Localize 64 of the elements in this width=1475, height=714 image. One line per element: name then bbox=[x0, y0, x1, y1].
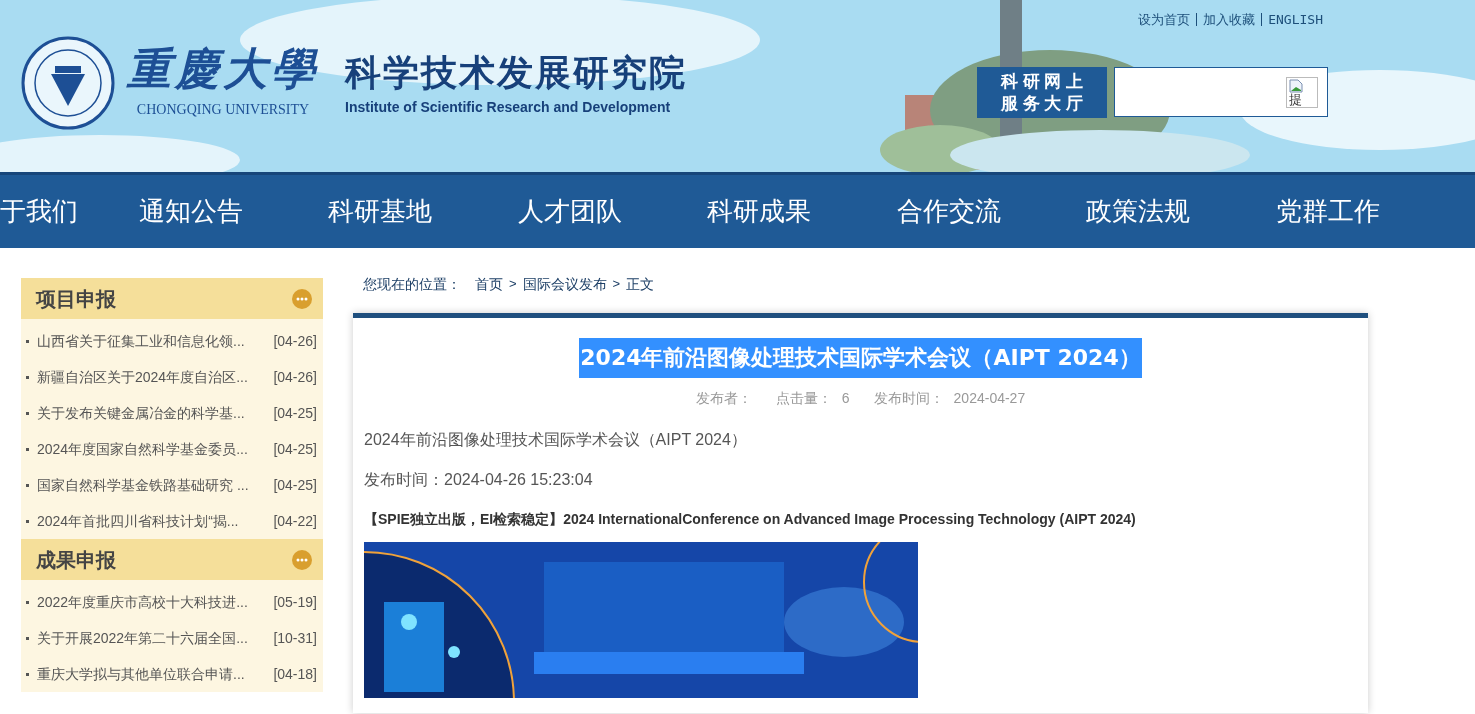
news-link[interactable]: 2024年度国家自然科学基金委员... bbox=[37, 438, 274, 460]
section-title: 项目申报 bbox=[36, 286, 116, 312]
news-date: [04-26] bbox=[273, 367, 317, 387]
article-meta: 发布者： bbox=[695, 389, 752, 408]
news-link[interactable]: 新疆自治区关于2024年度自治区... bbox=[37, 366, 274, 388]
more-icon[interactable] bbox=[292, 288, 312, 309]
bullet-icon bbox=[26, 636, 29, 640]
bullet-icon bbox=[26, 411, 29, 415]
university-english-name: CHONGQING UNIVERSITY bbox=[136, 100, 310, 119]
chevron-icon: > bbox=[509, 274, 517, 294]
breadcrumb-link[interactable]: 首页 bbox=[475, 273, 503, 295]
article-heading: 【SPIE独立出版，EI检索稳定】2024 InternationalConference on Advanced Image Processing Technology (AIPT 2024) bbox=[364, 510, 1137, 529]
news-date: [04-25] bbox=[273, 439, 317, 459]
top-link[interactable]: ENGLISH bbox=[1268, 10, 1323, 30]
nav-item[interactable]: 政策法规 bbox=[1043, 192, 1233, 231]
article-meta: 点击量： 6 bbox=[775, 389, 850, 408]
article-paragraph: 发布时间：2024-04-26 15:23:04 bbox=[364, 470, 594, 490]
news-link[interactable]: 2022年度重庆市高校十大科技进... bbox=[37, 591, 274, 613]
article-meta: 发布时间： 2024-04-27 bbox=[873, 389, 1026, 408]
top-link[interactable]: 设为首页 bbox=[1138, 10, 1191, 30]
institute-english-name: Institute of Scientific Research and Development bbox=[345, 97, 672, 117]
news-date: [04-25] bbox=[273, 475, 317, 495]
bullet-icon bbox=[26, 519, 29, 523]
news-date: [04-26] bbox=[273, 331, 317, 351]
news-date: [10-31] bbox=[273, 628, 317, 648]
breadcrumb-label: 您现在的位置： bbox=[363, 274, 461, 294]
bullet-icon bbox=[26, 600, 29, 604]
news-date: [04-18] bbox=[273, 664, 317, 684]
news-link[interactable]: 山西省关于征集工业和信息化领... bbox=[37, 330, 274, 352]
top-link[interactable]: 加入收藏 bbox=[1203, 10, 1256, 30]
news-date: [04-22] bbox=[273, 511, 317, 531]
bullet-icon bbox=[26, 339, 29, 343]
article-title: 2024年前沿图像处理技术国际学术会议（AIPT 2024） bbox=[579, 338, 1142, 378]
university-seal-icon bbox=[21, 36, 115, 130]
nav-item[interactable]: 人才团队 bbox=[475, 192, 665, 231]
nav-item[interactable]: 通知公告 bbox=[96, 192, 286, 231]
news-date: [04-25] bbox=[273, 403, 317, 423]
section-title: 成果申报 bbox=[36, 547, 116, 573]
nav-item[interactable]: 于我们 bbox=[0, 192, 96, 231]
news-date: [05-19] bbox=[273, 592, 317, 612]
breadcrumb-link[interactable]: 正文 bbox=[626, 273, 655, 295]
article-paragraph: 2024年前沿图像处理技术国际学术会议（AIPT 2024） bbox=[364, 430, 748, 450]
news-link[interactable]: 关于开展2022年第二十六届全国... bbox=[37, 627, 274, 649]
news-link[interactable]: 2024年首批四川省科技计划“揭... bbox=[37, 510, 274, 532]
institute-name: 科学技术发展研究院 bbox=[345, 54, 687, 91]
more-icon[interactable] bbox=[292, 549, 312, 570]
bullet-icon bbox=[26, 375, 29, 379]
research-service-label[interactable]: 科 研 网 上 服 务 大 厅 bbox=[977, 67, 1107, 118]
bullet-icon bbox=[26, 483, 29, 487]
university-logo-text: 重慶大學 bbox=[127, 46, 319, 91]
nav-item[interactable]: 合作交流 bbox=[854, 192, 1044, 231]
news-link[interactable]: 国家自然科学基金铁路基础研究 ... bbox=[37, 474, 274, 496]
search-button[interactable]: 提 bbox=[1286, 76, 1318, 108]
nav-item[interactable]: 科研成果 bbox=[664, 192, 854, 231]
chevron-icon: > bbox=[612, 274, 621, 294]
bullet-icon bbox=[26, 447, 29, 451]
broken-image-icon bbox=[1289, 78, 1303, 93]
search-field[interactable]: 提 bbox=[1114, 67, 1328, 117]
breadcrumb-link[interactable]: 国际会议发布 bbox=[522, 273, 607, 295]
news-link[interactable]: 重庆大学拟与其他单位联合申请... bbox=[37, 663, 274, 685]
bullet-icon bbox=[26, 672, 29, 676]
news-link[interactable]: 关于发布关键金属冶金的科学基... bbox=[37, 402, 274, 424]
nav-item[interactable]: 党群工作 bbox=[1233, 192, 1423, 231]
nav-item[interactable]: 科研基地 bbox=[285, 192, 475, 231]
